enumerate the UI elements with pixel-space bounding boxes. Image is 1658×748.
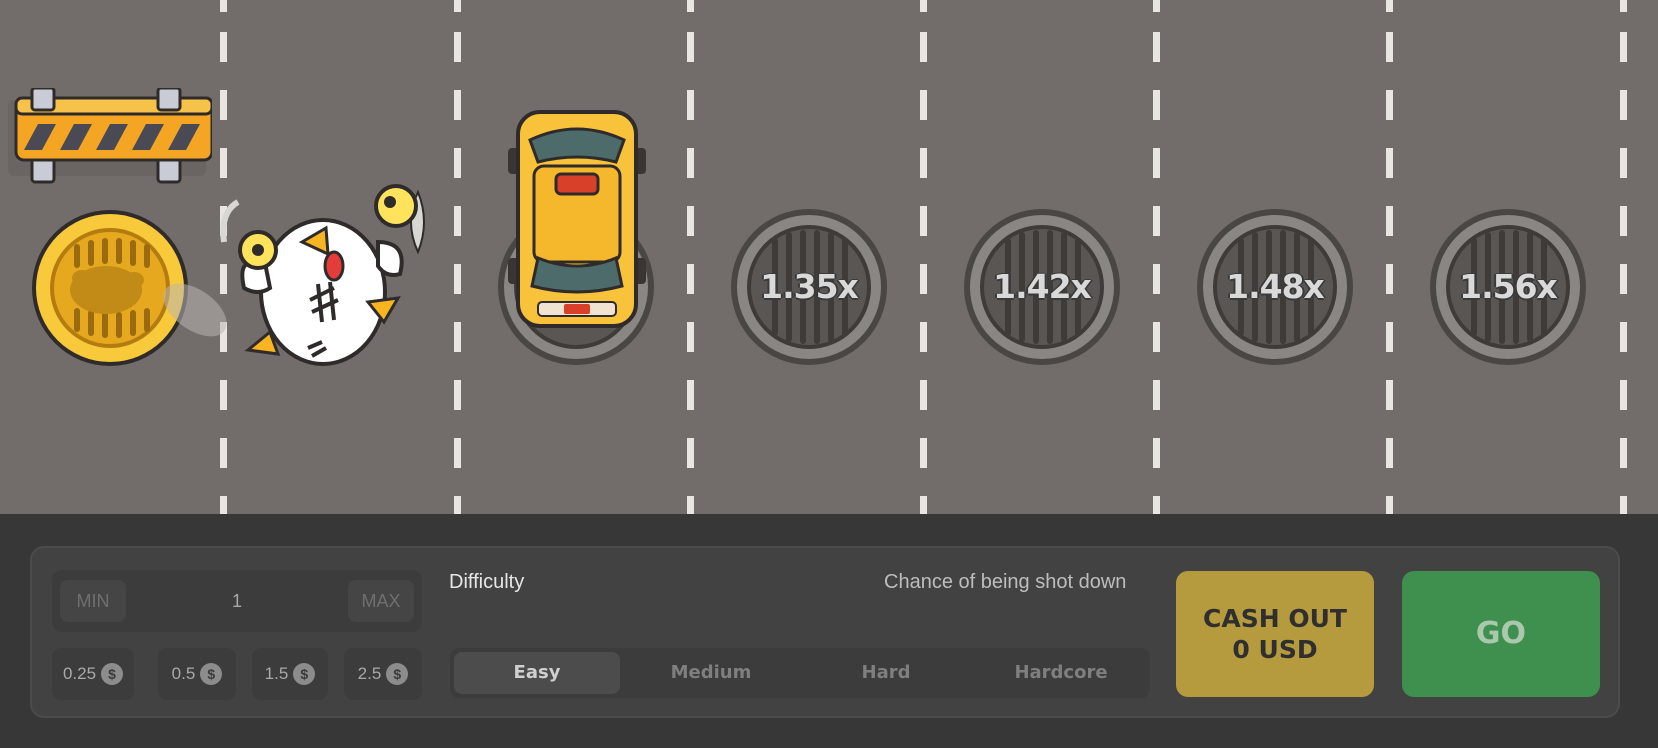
difficulty-option-hardcore[interactable]: Hardcore [978, 652, 1144, 694]
difficulty-hint: Chance of being shot down [884, 571, 1127, 593]
bet-amount-input: MIN 1 MAX [52, 570, 422, 632]
chip-value: 2.5 [357, 664, 382, 683]
difficulty-option-easy[interactable]: Easy [454, 652, 620, 694]
dollar-coin-icon: $ [101, 663, 124, 685]
lane-divider [1620, 0, 1627, 514]
multiplier-label: 1.35x [760, 267, 859, 306]
road: 1.35x 1.42x 1.48x 1.56x [0, 0, 1658, 514]
taxi-car-icon [508, 110, 646, 328]
difficulty-option-medium[interactable]: Medium [628, 652, 794, 694]
quick-bet-chip[interactable]: 0.25 $ [52, 648, 134, 700]
max-bet-button[interactable]: MAX [348, 580, 414, 622]
difficulty-label: Difficulty [449, 571, 525, 593]
lane-divider [920, 0, 927, 514]
difficulty-option-hard[interactable]: Hard [803, 652, 969, 694]
lane-manhole-3: 1.48x [1196, 208, 1354, 366]
dollar-coin-icon: $ [200, 663, 223, 685]
lane-divider [1153, 0, 1160, 514]
quick-bet-chip[interactable]: 2.5 $ [344, 648, 422, 700]
road-barrier-icon [8, 88, 212, 184]
dollar-coin-icon: $ [293, 663, 316, 685]
cash-out-amount: 0 USD [1232, 635, 1318, 664]
min-bet-button[interactable]: MIN [60, 580, 126, 622]
multiplier-label: 1.56x [1459, 267, 1558, 306]
chip-value: 1.5 [264, 664, 289, 683]
bet-amount-value[interactable]: 1 [172, 580, 302, 622]
chip-value: 0.5 [171, 664, 196, 683]
difficulty-selector: Easy Medium Hard Hardcore [450, 648, 1150, 698]
lane-manhole-4: 1.56x [1429, 208, 1587, 366]
chip-value: 0.25 [62, 664, 97, 683]
quick-bet-chip[interactable]: 0.5 $ [158, 648, 236, 700]
chicken-icon [220, 184, 425, 366]
multiplier-label: 1.42x [993, 267, 1092, 306]
multiplier-label: 1.48x [1226, 267, 1325, 306]
cash-out-button[interactable]: CASH OUT 0 USD [1176, 571, 1374, 697]
cash-out-label: CASH OUT [1203, 604, 1347, 633]
lane-divider [687, 0, 694, 514]
dollar-coin-icon: $ [386, 663, 409, 685]
lane-manhole-2: 1.42x [963, 208, 1121, 366]
lane-divider [1386, 0, 1393, 514]
go-button[interactable]: GO [1402, 571, 1600, 697]
lane-manhole-1: 1.35x [730, 208, 888, 366]
quick-bet-chip[interactable]: 1.5 $ [252, 648, 328, 700]
